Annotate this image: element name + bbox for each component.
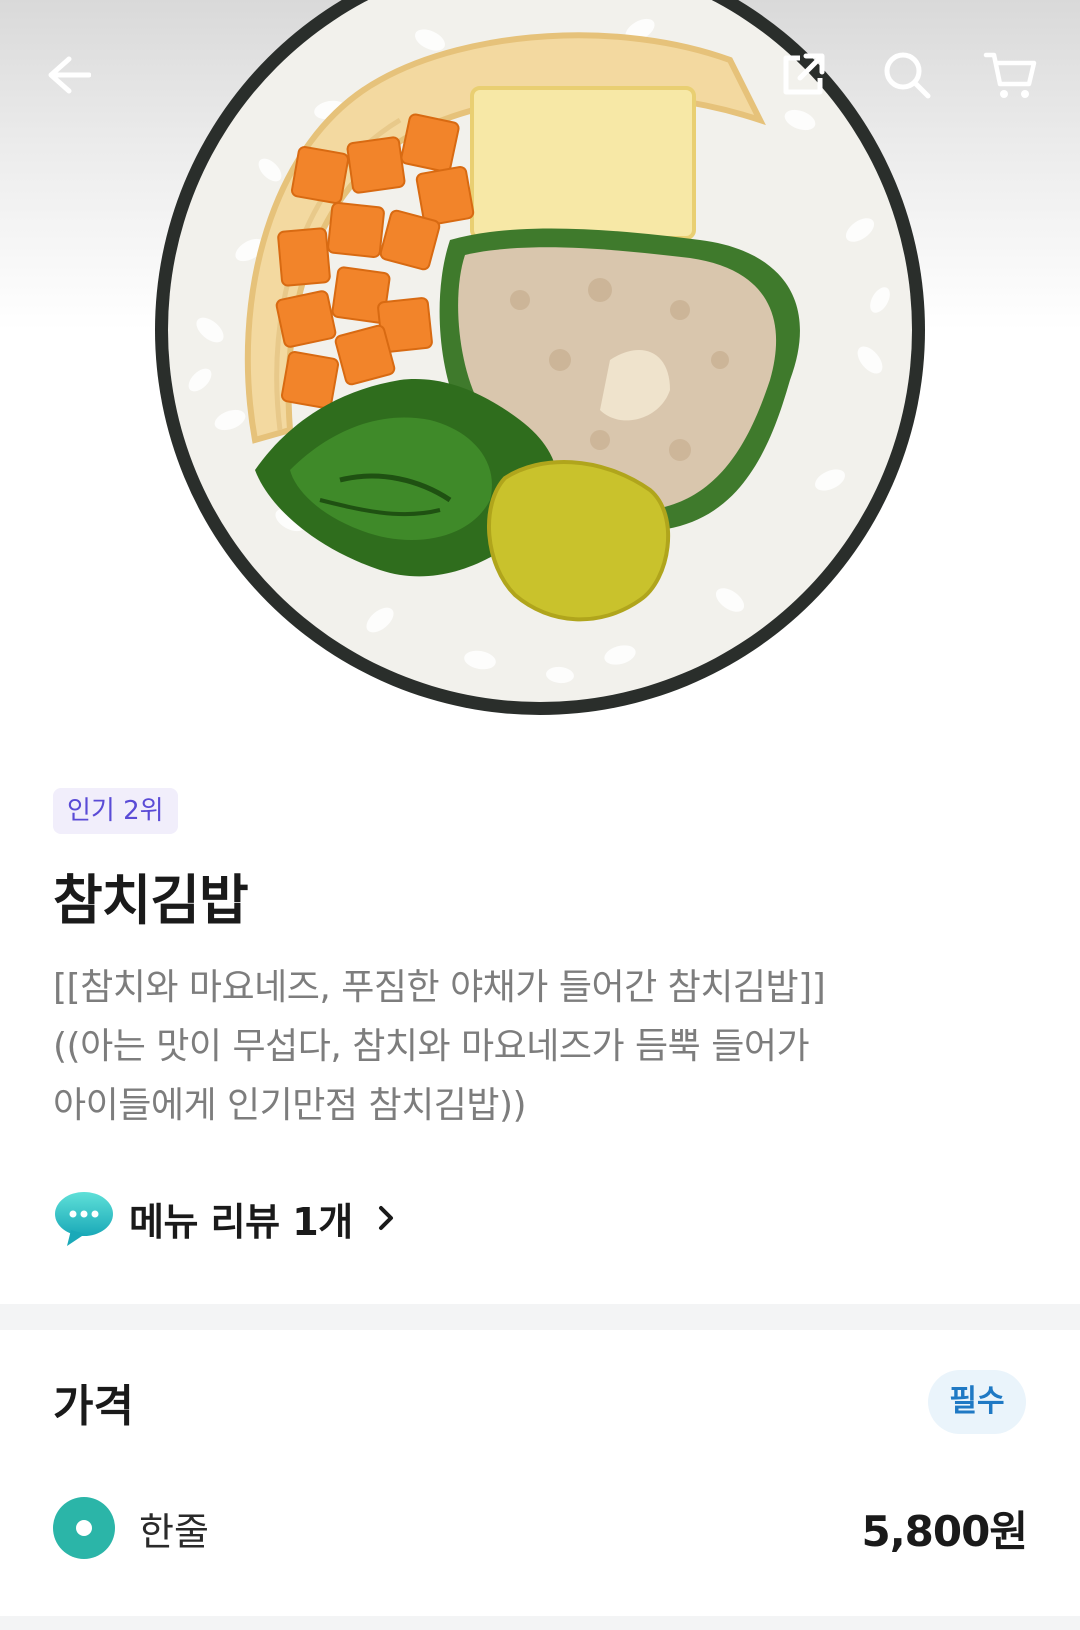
description-line: ((아는 맛이 무섭다, 참치와 마요네즈가 듬뿍 들어가: [53, 1026, 810, 1067]
product-info: 인기 2위 참치김밥 [[참치와 마요네즈, 푸짐한 야채가 들어간 참치김밥]…: [0, 740, 1080, 1304]
cart-button[interactable]: [975, 40, 1045, 110]
search-icon: [884, 52, 931, 99]
speech-bubble-icon: [55, 1192, 113, 1246]
chevron-right-icon: [378, 1206, 393, 1230]
top-navigation-bar: [0, 0, 1080, 150]
share-icon: [783, 53, 825, 95]
popularity-rank-badge: 인기 2위: [53, 788, 178, 834]
description-line: 아이들에게 인기만점 참치김밥)): [53, 1085, 527, 1126]
cart-icon: [983, 52, 1037, 98]
option-label: 한줄: [139, 1509, 209, 1554]
review-link-label: 메뉴 리뷰 1개: [129, 1199, 353, 1244]
arrow-left-icon: [48, 56, 91, 94]
price-section-title: 가격: [53, 1381, 134, 1432]
section-divider: [0, 1304, 1080, 1330]
menu-review-link[interactable]: 메뉴 리뷰 1개: [53, 1188, 399, 1248]
product-title: 참치김밥: [53, 869, 249, 932]
bottom-divider: [0, 1616, 1080, 1630]
option-radio-selected[interactable]: [53, 1497, 115, 1559]
price-option-row[interactable]: 한줄 5,800원: [53, 1496, 1028, 1560]
description-line: [[참치와 마요네즈, 푸짐한 야채가 들어간 참치김밥]]: [53, 967, 826, 1008]
back-button[interactable]: [34, 40, 104, 110]
required-badge: 필수: [928, 1370, 1026, 1434]
product-description: [[참치와 마요네즈, 푸짐한 야채가 들어간 참치김밥]] ((아는 맛이 무…: [53, 958, 1013, 1135]
option-price: 5,800원: [861, 1506, 1028, 1556]
share-button[interactable]: [768, 40, 838, 110]
search-button[interactable]: [872, 40, 942, 110]
price-option-section: 가격 필수 한줄 5,800원: [0, 1330, 1080, 1620]
